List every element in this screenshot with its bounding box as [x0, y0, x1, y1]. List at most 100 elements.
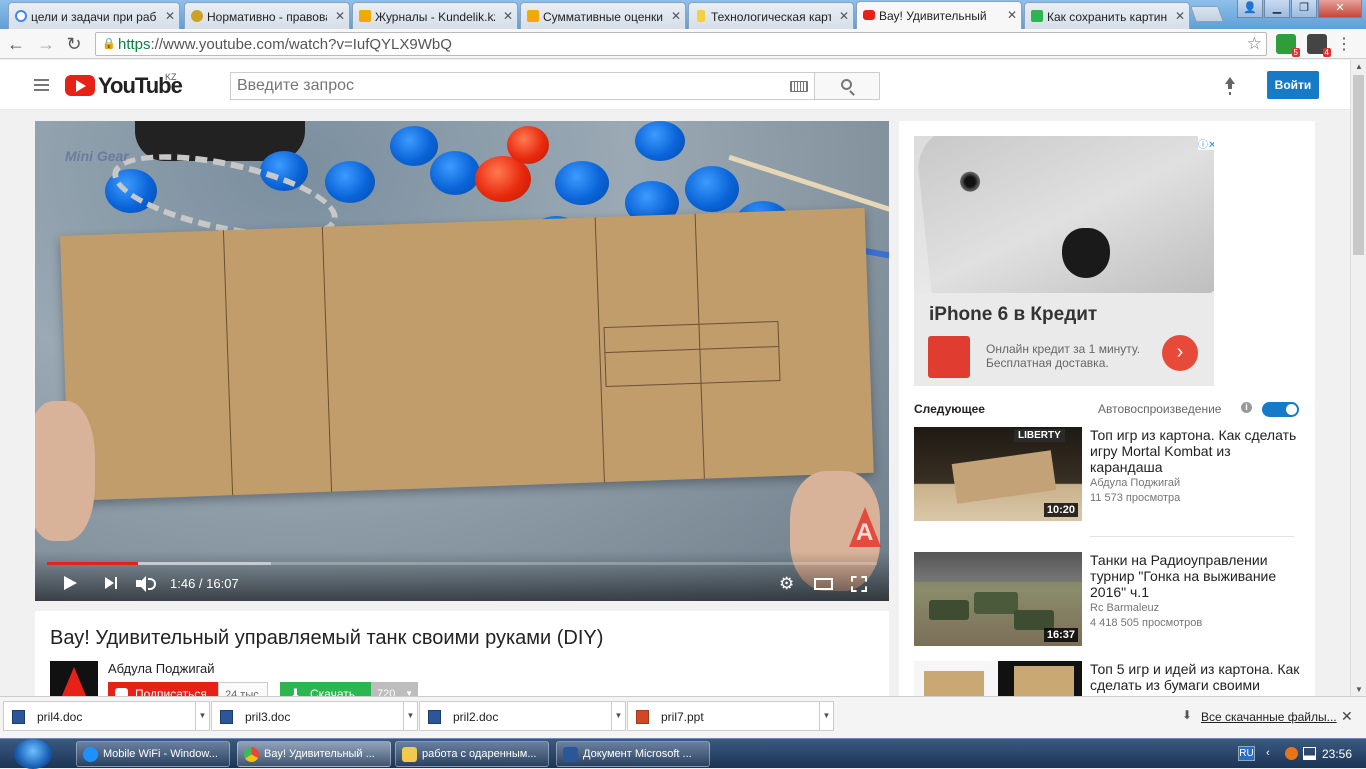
network-icon[interactable]	[1303, 747, 1316, 760]
taskbar-item-active[interactable]: Вау! Удивительный ...	[237, 741, 391, 767]
kundelik-icon	[359, 10, 371, 22]
url-text[interactable]: https://www.youtube.com/watch?v=IufQYLX9…	[118, 36, 452, 53]
upload-icon[interactable]	[1222, 77, 1238, 93]
youtube-header: YouTube KZ Войти	[0, 60, 1350, 110]
browser-tab[interactable]: Нормативно - правова ✕	[184, 2, 350, 29]
download-item[interactable]: pril3.doc ▼	[211, 701, 418, 731]
word-doc-icon	[12, 710, 25, 724]
address-bar[interactable]: 🔒 https://www.youtube.com/watch?v=IufQYL…	[95, 32, 1267, 56]
browser-toolbar: ← → ↻ 🔒 https://www.youtube.com/watch?v=…	[0, 29, 1366, 59]
ad-banner[interactable]: ⓘ✕ iPhone 6 в Кредит Онлайн кредит за 1 …	[914, 136, 1214, 386]
reload-icon[interactable]: ↻	[64, 34, 84, 54]
browser-tab[interactable]: цели и задачи при раб ✕	[8, 2, 180, 29]
forward-icon[interactable]: →	[36, 34, 56, 54]
close-tab-icon[interactable]: ✕	[1007, 8, 1017, 22]
browser-tab[interactable]: Технологическая карт ✕	[688, 2, 854, 29]
browser-tab[interactable]: Суммативные оценки ✕	[520, 2, 686, 29]
seal-icon	[191, 10, 203, 22]
taskbar-item[interactable]: работа с одаренным...	[395, 741, 549, 767]
played-bar	[47, 562, 138, 565]
channel-name[interactable]: Абдула Поджигай	[108, 661, 215, 676]
scroll-up-icon[interactable]: ▲	[1355, 62, 1363, 71]
close-tab-icon[interactable]: ✕	[1175, 9, 1185, 23]
avast-icon[interactable]	[1285, 747, 1298, 760]
chevron-down-icon[interactable]: ▼	[195, 702, 209, 730]
suggested-video[interactable]: LIBERTY 10:20 Топ игр из картона. Как сд…	[914, 427, 1299, 521]
ad-brand-logo	[928, 336, 970, 378]
settings-gear-icon[interactable]: ⚙	[779, 575, 794, 592]
start-button[interactable]	[14, 739, 52, 769]
suggested-video-title: Танки на Радиоуправлении турнир "Гонка н…	[1090, 552, 1277, 600]
user-icon[interactable]: 👤	[1237, 0, 1263, 18]
close-tab-icon[interactable]: ✕	[165, 9, 175, 23]
close-tab-icon[interactable]: ✕	[503, 9, 513, 23]
autoplay-label: Автовоспроизведение	[1098, 402, 1222, 416]
video-thumbnail[interactable]: LIBERTY 10:20	[914, 427, 1082, 521]
scroll-down-icon[interactable]: ▼	[1355, 685, 1363, 694]
video-object	[507, 126, 549, 164]
video-duration: 10:20	[1043, 503, 1078, 517]
suggested-video-views: 4 418 505 просмотров	[1090, 617, 1203, 629]
chevron-down-icon[interactable]: ▼	[403, 702, 417, 730]
ad-choices-icon[interactable]: ⓘ✕	[1198, 136, 1214, 151]
maximize-button[interactable]: ❐	[1291, 0, 1317, 18]
scrollbar-thumb[interactable]	[1353, 75, 1364, 255]
volume-icon[interactable]	[136, 576, 156, 592]
search-button[interactable]	[814, 72, 880, 100]
tray-expand-icon[interactable]: ‹	[1266, 747, 1279, 760]
green-extension-icon[interactable]: 5	[1276, 34, 1300, 57]
suggested-video[interactable]: 16:37 Танки на Радиоуправлении турнир "Г…	[914, 552, 1299, 646]
browser-tab[interactable]: Журналы - Kundelik.kz ✕	[352, 2, 518, 29]
theater-mode-icon[interactable]	[814, 578, 833, 590]
language-indicator[interactable]: RU	[1238, 746, 1255, 761]
video-info: Вау! Удивительный управляемый танк своим…	[35, 611, 889, 709]
close-tab-icon[interactable]: ✕	[839, 9, 849, 23]
video-object	[325, 161, 375, 203]
show-all-downloads-link[interactable]: Все скачанные файлы...	[1182, 708, 1337, 724]
youtube-logo-icon[interactable]	[65, 75, 95, 96]
video-thumbnail[interactable]: 16:37	[914, 552, 1082, 646]
close-tab-icon[interactable]: ✕	[335, 9, 345, 23]
autoplay-toggle[interactable]	[1262, 402, 1299, 417]
video-object	[60, 207, 874, 501]
sign-in-button[interactable]: Войти	[1267, 71, 1319, 99]
download-item[interactable]: pril7.ppt ▼	[627, 701, 834, 731]
taskbar-item-label: Mobile WiFi - Window...	[103, 748, 218, 760]
close-downloads-icon[interactable]: ✕	[1341, 708, 1353, 725]
back-icon[interactable]: ←	[6, 34, 26, 54]
close-window-button[interactable]: ✕	[1318, 0, 1362, 18]
url-scheme: https	[118, 36, 151, 53]
gray-extension-icon[interactable]: 4	[1307, 34, 1331, 57]
browser-tab[interactable]: Как сохранить картин ✕	[1024, 2, 1190, 29]
taskbar-item[interactable]: Документ Microsoft ...	[556, 741, 710, 767]
taskbar-item-label: Вау! Удивительный ...	[264, 748, 375, 760]
keyboard-icon[interactable]	[790, 81, 808, 92]
browser-tab-active[interactable]: Вау! Удивительный ✕	[856, 1, 1022, 29]
progress-bar[interactable]	[47, 562, 877, 565]
channel-branding-icon[interactable]	[847, 507, 883, 551]
chevron-down-icon[interactable]: ▼	[819, 702, 833, 730]
download-item[interactable]: pril2.doc ▼	[419, 701, 626, 731]
video-player[interactable]: Mini Gear 1:46 / 16:07 ⚙	[35, 121, 889, 601]
video-object	[555, 161, 609, 205]
page-scrollbar[interactable]: ▲ ▼	[1350, 60, 1366, 696]
apple-logo-icon	[1062, 228, 1110, 278]
info-icon[interactable]: i	[1241, 402, 1252, 413]
ad-go-button[interactable]: ›	[1162, 335, 1198, 371]
video-object	[390, 126, 438, 166]
chevron-down-icon[interactable]: ▼	[611, 702, 625, 730]
search-input[interactable]	[231, 73, 781, 99]
close-tab-icon[interactable]: ✕	[671, 9, 681, 23]
next-video-icon[interactable]	[105, 577, 117, 590]
guide-menu-icon[interactable]	[34, 79, 49, 91]
minimize-button[interactable]: ▁	[1264, 0, 1290, 18]
play-icon[interactable]	[64, 576, 77, 590]
doc-icon	[697, 10, 705, 22]
clock[interactable]: 23:56	[1322, 747, 1352, 761]
bookmark-star-icon[interactable]: ☆	[1247, 34, 1262, 54]
video-object	[430, 151, 480, 195]
download-item[interactable]: pril4.doc ▼	[3, 701, 210, 731]
new-tab-button[interactable]	[1190, 6, 1224, 22]
browser-menu-icon[interactable]: ⋮	[1336, 34, 1352, 54]
taskbar-item[interactable]: Mobile WiFi - Window...	[76, 741, 230, 767]
